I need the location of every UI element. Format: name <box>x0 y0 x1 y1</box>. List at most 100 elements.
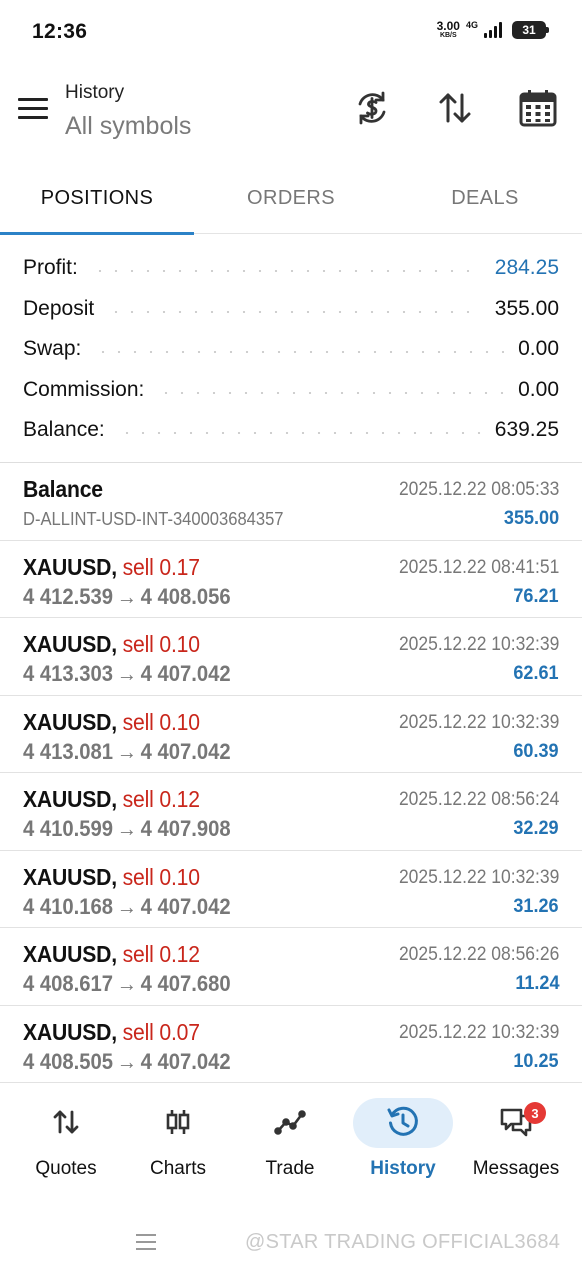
close-price: 4 407.042 <box>140 738 231 764</box>
open-price: 4 410.168 <box>23 893 114 919</box>
position-time: 2025.12.22 10:32:39 <box>398 1021 559 1043</box>
position-row[interactable]: XAUUSD, sell 0.12 4 408.617 → 4 407.680 2025… <box>0 928 582 1006</box>
position-row[interactable]: XAUUSD, sell 0.10 4 413.081 → 4 407.042 2025… <box>0 696 582 773</box>
position-prices: 4 412.539 → 4 408.056 <box>23 584 231 610</box>
position-symbol-line: XAUUSD, sell 0.10 <box>23 631 200 658</box>
close-price: 4 407.042 <box>140 893 231 919</box>
balance-entry-account: D-ALLINT-USD-INT-340003684357 <box>23 509 284 529</box>
network-speed: 3.00 KB/S <box>437 20 460 39</box>
position-time: 2025.12.22 10:32:39 <box>398 634 559 655</box>
currency-sync-icon[interactable] <box>352 88 392 128</box>
position-prices: 4 408.617 → 4 407.680 <box>23 971 231 997</box>
tab-orders[interactable]: ORDERS <box>194 162 388 234</box>
position-profit: 31.26 <box>513 895 559 917</box>
balance-entry-row[interactable]: Balance D-ALLINT-USD-INT-340003684357 20… <box>0 463 582 541</box>
position-symbol-line: XAUUSD, sell 0.12 <box>23 786 200 813</box>
separator: , <box>111 863 123 890</box>
dotted-leader <box>158 391 505 394</box>
position-time: 2025.12.22 10:32:39 <box>398 711 559 733</box>
position-profit: 11.24 <box>514 973 559 994</box>
position-row[interactable]: XAUUSD, sell 0.10 4 410.168 → 4 407.042 2025… <box>0 851 582 928</box>
open-price: 4 408.617 <box>23 971 114 996</box>
position-prices: 4 410.599 → 4 407.908 <box>23 816 231 842</box>
position-profit: 10.25 <box>513 1050 559 1072</box>
system-navigation-bar: @STAR TRADING OFFICIAL3684 <box>0 1200 582 1280</box>
close-price: 4 407.042 <box>140 661 231 686</box>
position-prices: 4 413.081 → 4 407.042 <box>23 739 231 765</box>
position-time: 2025.12.22 08:56:26 <box>398 944 559 965</box>
nav-quotes[interactable]: Quotes <box>8 1088 124 1200</box>
summary-panel: Profit: 284.25 Deposit 355.00 Swap: 0.00… <box>0 248 582 451</box>
position-side: sell 0.12 <box>122 941 200 967</box>
arrow-right-icon: → <box>116 738 137 764</box>
summary-profit-row: Profit: 284.25 <box>0 248 582 289</box>
nav-label: History <box>370 1158 436 1179</box>
position-profit: 32.29 <box>513 818 559 839</box>
summary-swap-row: Swap: 0.00 <box>0 329 582 370</box>
battery-level: 31 <box>522 22 536 37</box>
nav-messages[interactable]: 3 Messages <box>458 1088 574 1200</box>
position-symbol: XAUUSD <box>23 553 112 580</box>
position-row[interactable]: XAUUSD, sell 0.17 4 412.539 → 4 408.056 2025… <box>0 541 582 618</box>
separator: , <box>111 631 123 657</box>
signal-icon <box>484 21 502 38</box>
tab-deals[interactable]: DEALS <box>388 162 582 234</box>
history-tabs: POSITIONS ORDERS DEALS <box>0 162 582 235</box>
battery-icon: 31 <box>512 20 549 39</box>
position-row[interactable]: XAUUSD, sell 0.12 4 410.599 → 4 407.908 2025… <box>0 773 582 851</box>
separator: , <box>111 553 123 580</box>
position-side: sell 0.10 <box>122 863 200 890</box>
position-profit: 76.21 <box>513 585 559 607</box>
position-side: sell 0.12 <box>122 786 200 812</box>
position-profit: 62.61 <box>513 663 559 684</box>
position-symbol-line: XAUUSD, sell 0.10 <box>23 864 200 891</box>
recent-apps-icon[interactable] <box>136 1234 156 1254</box>
close-price: 4 407.908 <box>140 816 231 841</box>
separator: , <box>111 786 123 812</box>
close-price: 4 408.056 <box>140 583 231 609</box>
arrow-right-icon: → <box>116 1048 137 1074</box>
menu-icon[interactable] <box>18 98 48 122</box>
history-list: Balance D-ALLINT-USD-INT-340003684357 20… <box>0 463 582 1083</box>
quotes-icon <box>48 1104 84 1140</box>
sort-icon[interactable] <box>435 88 475 128</box>
position-symbol-line: XAUUSD, sell 0.07 <box>23 1019 200 1046</box>
position-symbol: XAUUSD <box>23 786 112 812</box>
summary-deposit-row: Deposit 355.00 <box>0 289 582 330</box>
watermark: @STAR TRADING OFFICIAL3684 <box>245 1231 561 1253</box>
nav-charts[interactable]: Charts <box>120 1088 236 1200</box>
nav-label: Quotes <box>35 1158 97 1179</box>
open-price: 4 413.303 <box>23 661 114 686</box>
position-symbol: XAUUSD <box>23 1018 112 1045</box>
nav-trade[interactable]: Trade <box>232 1088 348 1200</box>
summary-balance-value: 639.25 <box>494 418 559 442</box>
open-price: 4 410.599 <box>23 816 114 841</box>
dotted-leader <box>91 270 481 273</box>
position-symbol-line: XAUUSD, sell 0.17 <box>23 554 200 581</box>
summary-balance-row: Balance: 639.25 <box>0 410 582 451</box>
network-speed-value: 3.00 <box>436 19 460 33</box>
position-row[interactable]: XAUUSD, sell 0.07 4 408.505 → 4 407.042 2025… <box>0 1006 582 1083</box>
close-price: 4 407.042 <box>140 1048 231 1074</box>
network-type: 4G <box>465 20 478 30</box>
history-icon <box>385 1104 421 1140</box>
position-row[interactable]: XAUUSD, sell 0.10 4 413.303 → 4 407.042 2025… <box>0 618 582 696</box>
position-symbol: XAUUSD <box>23 631 112 657</box>
balance-entry-title: Balance <box>23 476 103 502</box>
arrow-right-icon: → <box>116 893 137 919</box>
nav-history[interactable]: History <box>345 1088 461 1200</box>
status-bar: 12:36 3.00 KB/S 4G 31 <box>0 0 582 62</box>
summary-label: Profit: <box>23 256 78 280</box>
arrow-right-icon: → <box>116 661 137 686</box>
symbol-filter[interactable]: All symbols <box>65 112 191 141</box>
arrow-right-icon: → <box>116 816 137 841</box>
balance-entry-amount: 355.00 <box>503 508 559 529</box>
arrow-right-icon: → <box>116 583 137 609</box>
tab-positions[interactable]: POSITIONS <box>0 162 194 235</box>
separator: , <box>111 708 123 735</box>
separator: , <box>111 941 123 967</box>
summary-profit-value: 284.25 <box>494 256 559 280</box>
summary-commission-value: 0.00 <box>518 377 559 401</box>
status-time: 12:36 <box>32 20 88 43</box>
calendar-icon[interactable] <box>518 88 558 128</box>
